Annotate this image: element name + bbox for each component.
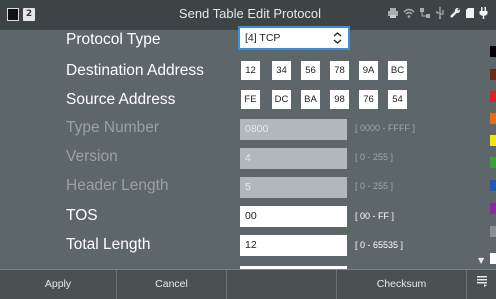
source-byte-field[interactable]: 76 <box>359 90 378 109</box>
color-swatch <box>490 69 496 80</box>
print-icon <box>387 7 399 24</box>
destination-byte-field[interactable]: 12 <box>241 61 260 80</box>
total-length-field[interactable]: 12 <box>240 235 347 256</box>
version-label: Version <box>66 148 118 165</box>
bottom-toolbar: Apply Cancel Checksum <box>0 269 496 299</box>
tool-icon <box>449 7 461 24</box>
sdcard-icon <box>465 7 475 24</box>
color-swatch <box>490 135 496 146</box>
version-range: [ 0 - 255 ] <box>355 152 394 162</box>
source-byte-field[interactable]: 54 <box>388 90 407 109</box>
color-swatch <box>490 180 496 191</box>
row-destination-address: Destination Address 12 34 56 78 9A BC <box>0 59 480 88</box>
destination-byte-field[interactable]: 9A <box>359 61 378 80</box>
scroll-down-arrow-icon[interactable]: ▼ <box>478 256 484 265</box>
header-length-field: 5 <box>240 177 347 198</box>
header-length-label: Header Length <box>66 177 169 194</box>
tos-field[interactable]: 00 <box>240 206 347 227</box>
source-byte-field[interactable]: 98 <box>330 90 349 109</box>
checksum-button[interactable]: Checksum <box>337 270 467 299</box>
window-control-button[interactable] <box>7 8 19 21</box>
source-byte-field[interactable]: DC <box>272 90 291 109</box>
menu-icon[interactable] <box>468 270 496 299</box>
color-swatch <box>490 113 496 124</box>
source-byte-field[interactable]: FE <box>241 90 260 109</box>
network-icon <box>419 7 431 24</box>
total-length-label: Total Length <box>66 236 151 253</box>
power-icon <box>479 6 488 24</box>
window-badge[interactable]: 2 <box>23 8 35 21</box>
protocol-type-label: Protocol Type <box>66 31 161 48</box>
destination-byte-field[interactable]: 56 <box>301 61 320 80</box>
protocol-type-value: [4] TCP <box>245 32 281 44</box>
row-version: Version 4 [ 0 - 255 ] <box>0 145 480 174</box>
tos-range: [ 00 - FF ] <box>355 211 395 221</box>
protocol-type-select[interactable]: [4] TCP <box>238 26 350 50</box>
type-number-range: [ 0000 - FFFF ] <box>355 123 416 133</box>
source-byte-field[interactable]: BA <box>301 90 320 109</box>
color-swatch <box>490 226 496 237</box>
app-window: 2 Send Table Edit Protocol Protocol Type… <box>0 0 496 299</box>
row-tos: TOS 00 [ 00 - FF ] <box>0 204 480 233</box>
color-strip <box>490 40 496 265</box>
apply-button[interactable]: Apply <box>0 270 117 299</box>
chevron-updown-icon <box>333 28 342 55</box>
destination-byte-field[interactable]: 34 <box>272 61 291 80</box>
color-swatch <box>490 91 496 102</box>
row-total-length: Total Length 12 [ 0 - 65535 ] <box>0 233 480 262</box>
color-swatch <box>490 253 496 264</box>
type-number-label: Type Number <box>66 119 160 136</box>
row-source-address: Source Address FE DC BA 98 76 54 <box>0 88 480 117</box>
usb-icon <box>435 6 445 24</box>
source-address-label: Source Address <box>66 91 176 108</box>
row-header-length: Header Length 5 [ 0 - 255 ] <box>0 174 480 203</box>
empty-button[interactable] <box>227 270 337 299</box>
tos-label: TOS <box>66 207 98 224</box>
status-icons <box>387 6 488 24</box>
row-type-number: Type Number 0800 [ 0000 - FFFF ] <box>0 116 480 145</box>
destination-byte-field[interactable]: 78 <box>330 61 349 80</box>
wifi-icon <box>403 7 415 24</box>
version-field: 4 <box>240 148 347 169</box>
color-swatch <box>490 157 496 168</box>
cancel-button[interactable]: Cancel <box>117 270 227 299</box>
destination-byte-field[interactable]: BC <box>388 61 407 80</box>
window-title: Send Table Edit Protocol <box>178 6 322 21</box>
color-swatch <box>490 46 496 57</box>
header-length-range: [ 0 - 255 ] <box>355 181 394 191</box>
total-length-range: [ 0 - 65535 ] <box>355 240 404 250</box>
color-swatch <box>490 203 496 214</box>
destination-address-label: Destination Address <box>66 62 204 79</box>
type-number-field: 0800 <box>240 119 347 140</box>
